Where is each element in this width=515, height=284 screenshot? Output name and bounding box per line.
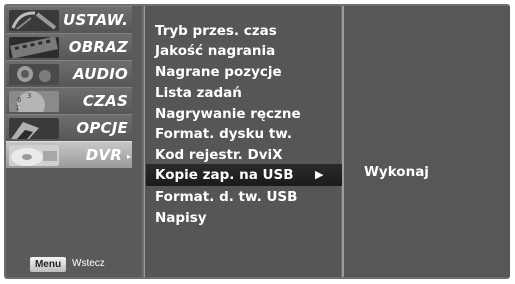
main-menu-panel: USTAW. OBRAZ AUDIO 6 3 1 CZAS OPCJE DVR … xyxy=(6,6,142,277)
submenu-item[interactable]: Format. dysku tw. xyxy=(155,124,292,145)
menu-button[interactable]: Menu xyxy=(30,257,66,272)
back-hint-label: Wstecz xyxy=(72,258,105,269)
menu-item-label: OBRAZ xyxy=(68,38,128,56)
submenu-item[interactable]: Jakość nagrania xyxy=(155,41,275,62)
menu-item-audio[interactable]: AUDIO xyxy=(6,60,132,88)
chevron-right-icon: ▸ xyxy=(126,152,131,161)
speaker-icon xyxy=(9,64,59,85)
osd-menu-window: USTAW. OBRAZ AUDIO 6 3 1 CZAS OPCJE DVR … xyxy=(4,4,510,279)
menu-item-czas[interactable]: 6 3 1 CZAS xyxy=(6,87,132,115)
menu-item-label: CZAS xyxy=(82,92,128,110)
action-panel: Wykonaj xyxy=(342,6,510,277)
play-arrow-icon: ▶ xyxy=(315,168,324,181)
svg-text:3: 3 xyxy=(27,92,31,100)
submenu-item[interactable]: Nagrywanie ręczne xyxy=(155,104,301,125)
submenu-item[interactable]: Tryb przes. czas xyxy=(155,21,277,42)
svg-text:1: 1 xyxy=(15,104,19,112)
svg-text:6: 6 xyxy=(17,96,22,104)
menu-item-label: DVR xyxy=(85,146,122,164)
menu-item-dvr[interactable]: DVR ▸ xyxy=(6,141,132,169)
film-strip-icon xyxy=(9,37,59,58)
menu-item-label: USTAW. xyxy=(63,11,128,29)
menu-item-obraz[interactable]: OBRAZ xyxy=(6,33,132,61)
special-icon xyxy=(9,118,59,139)
submenu-item[interactable]: Napisy xyxy=(155,208,207,229)
footer-bar: Menu Wstecz xyxy=(6,253,142,277)
execute-action[interactable]: Wykonaj xyxy=(364,164,429,186)
menu-item-ustaw[interactable]: USTAW. xyxy=(6,6,132,34)
satellite-dish-icon xyxy=(9,10,59,31)
clock-icon: 6 3 1 xyxy=(9,91,59,112)
submenu-item[interactable]: Nagrane pozycje xyxy=(155,62,282,83)
submenu-panel: Tryb przes. czas Jakość nagrania Nagrane… xyxy=(144,6,343,277)
menu-item-opcje[interactable]: OPCJE xyxy=(6,114,132,142)
submenu-item[interactable]: Kod rejestr. DviX xyxy=(155,145,283,166)
main-menu-empty-area xyxy=(6,168,132,264)
submenu-item[interactable]: Lista zadań xyxy=(155,83,242,104)
disc-icon xyxy=(9,145,59,166)
submenu-item[interactable]: Format. d. tw. USB xyxy=(155,187,297,208)
submenu-item-selected[interactable]: Kopie zap. na USB xyxy=(155,165,294,186)
menu-item-label: OPCJE xyxy=(76,119,128,137)
menu-item-label: AUDIO xyxy=(73,65,128,83)
